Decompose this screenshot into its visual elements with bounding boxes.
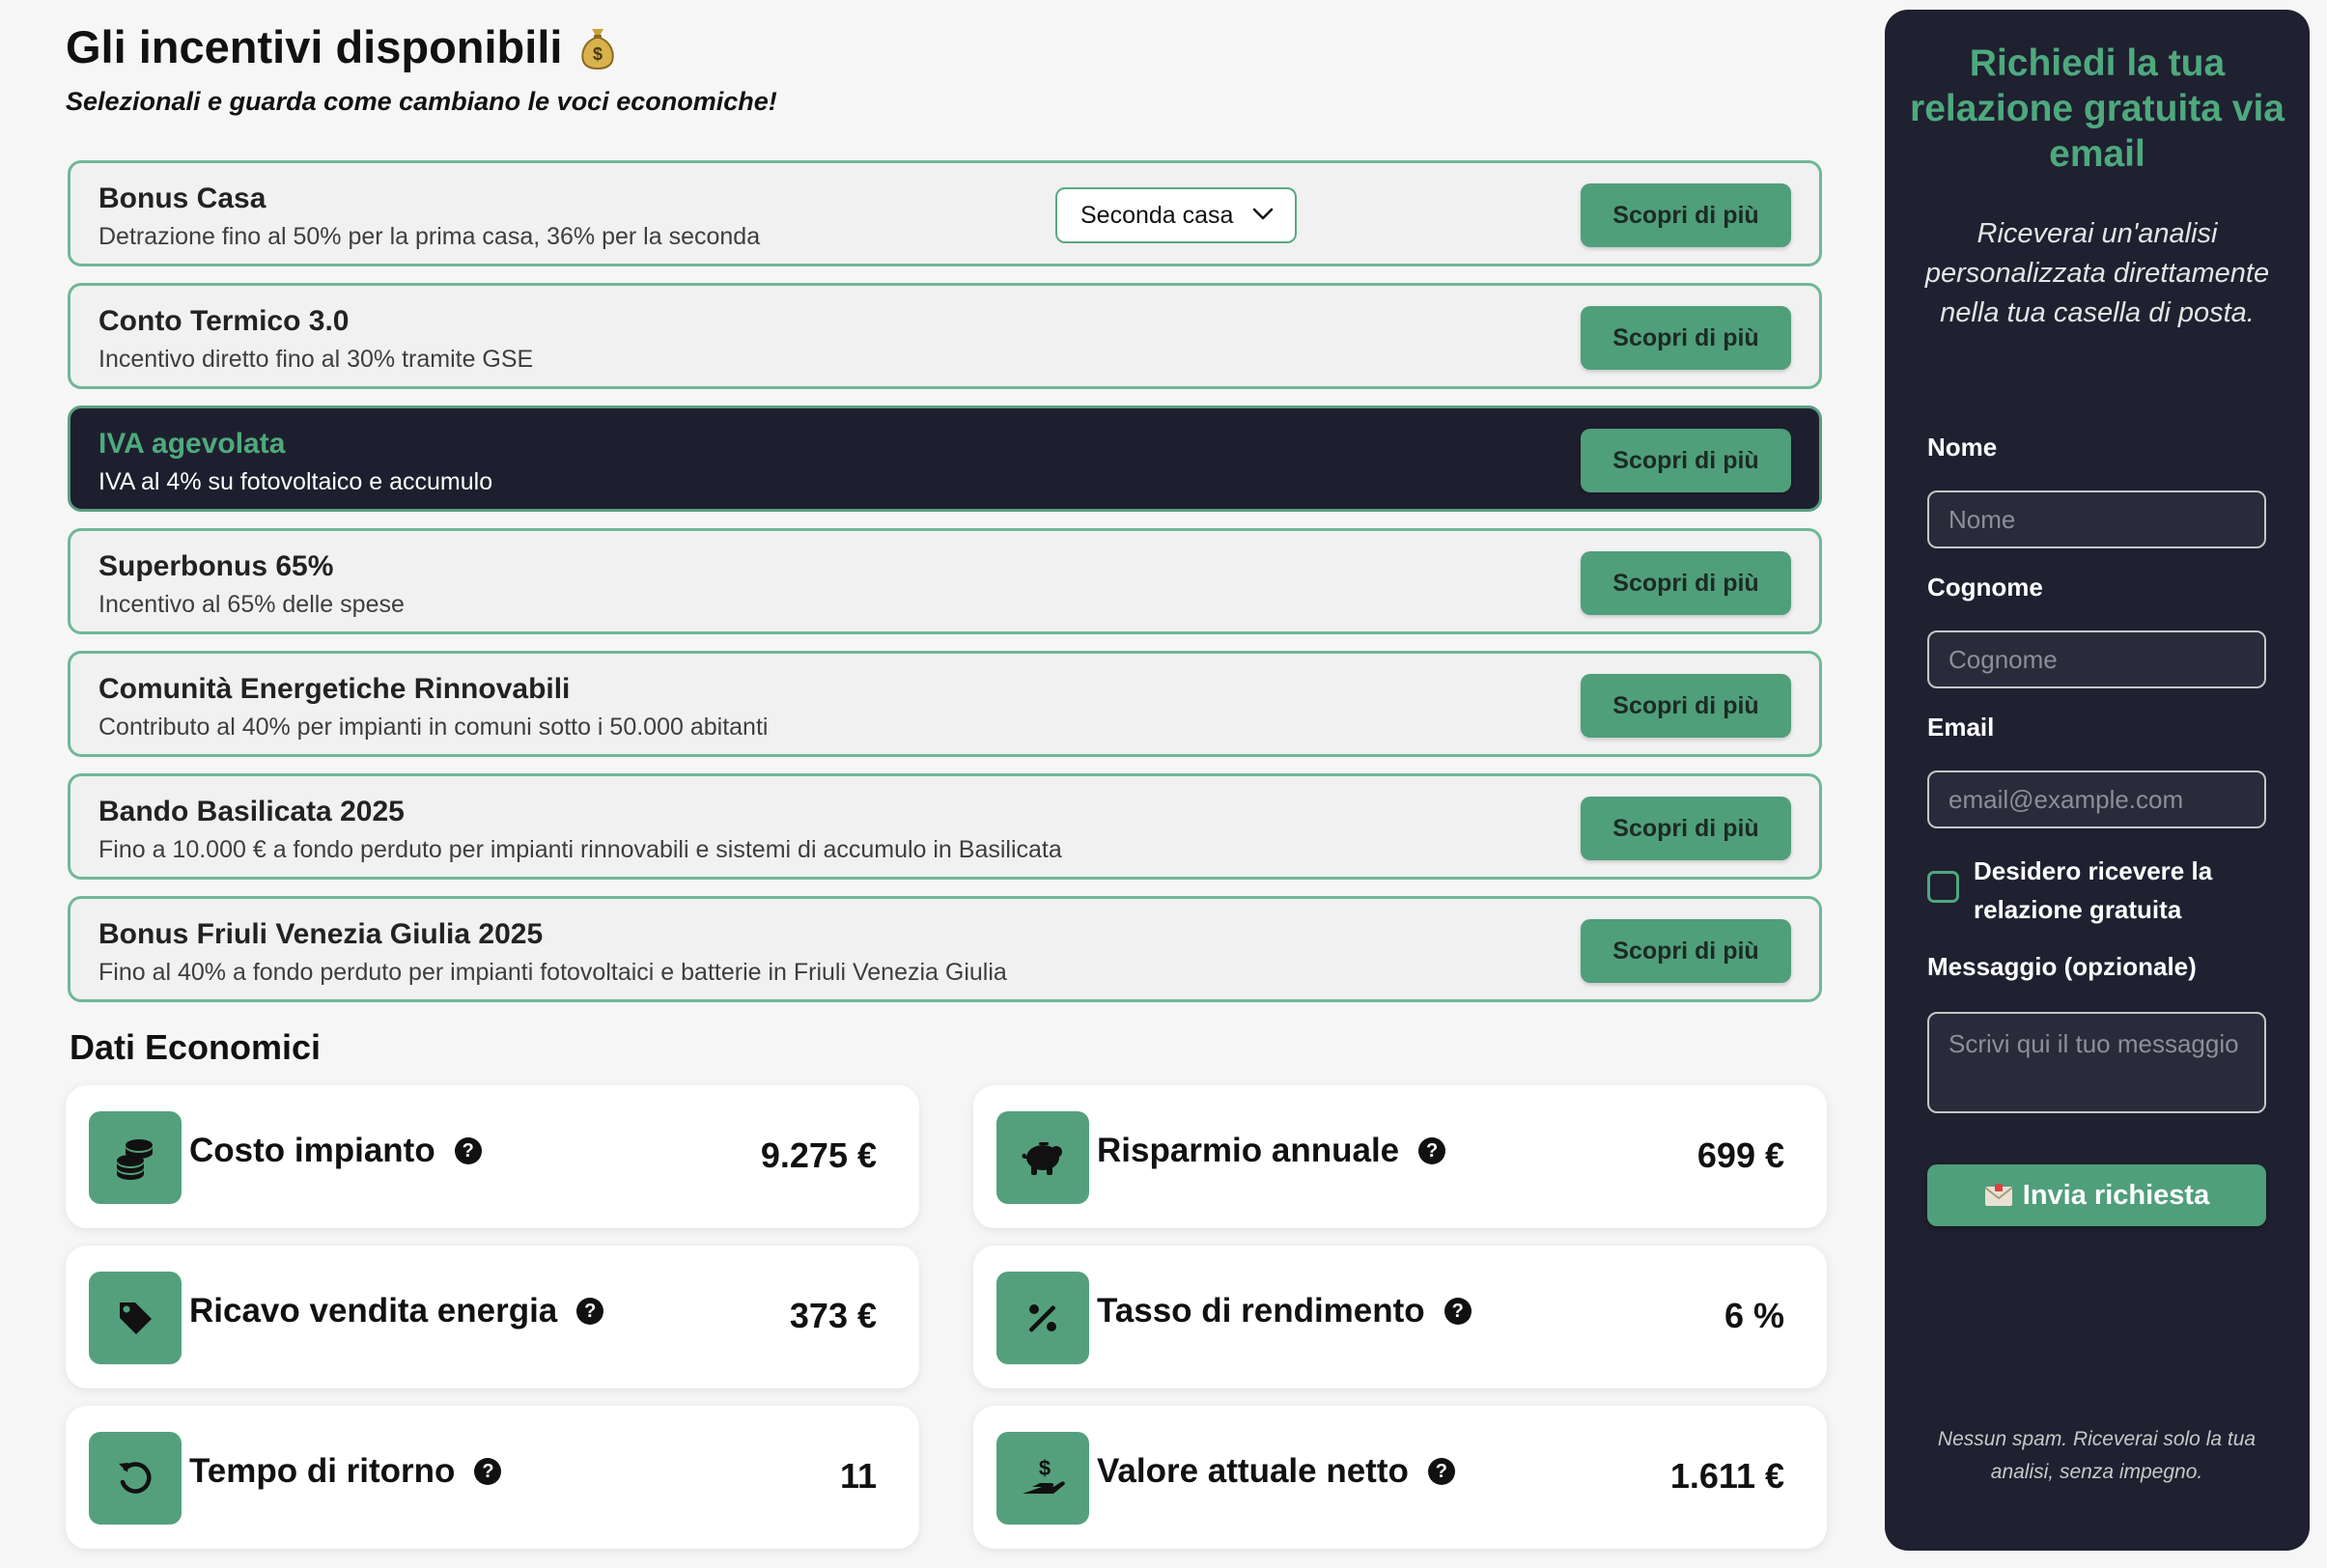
incentive-description: Fino al 40% a fondo perduto per impianti…: [98, 959, 1007, 986]
metric-label: Costo impianto ?: [189, 1132, 482, 1170]
rotate-left-icon: [89, 1432, 182, 1525]
report-consent-checkbox[interactable]: [1927, 871, 1959, 903]
metric-card-ricavo-vendita: Ricavo vendita energia ? 373 €: [66, 1246, 919, 1388]
coins-icon: [89, 1111, 182, 1204]
discover-more-button[interactable]: Scopri di più: [1581, 919, 1791, 983]
metric-value: 373 €: [789, 1296, 877, 1335]
metric-label-text: Risparmio annuale: [1097, 1132, 1400, 1169]
incentive-title: Comunità Energetiche Rinnovabili: [98, 673, 571, 705]
sidebar-title: Richiedi la tua relazione gratuita via e…: [1910, 42, 2285, 175]
submit-label: Invia richiesta: [2022, 1179, 2210, 1211]
help-icon[interactable]: ?: [474, 1458, 502, 1485]
cognome-label: Cognome: [1927, 573, 2043, 602]
incentive-card-superbonus[interactable]: Superbonus 65% Incentivo al 65% delle sp…: [68, 528, 1822, 634]
nome-placeholder: Nome: [1949, 504, 2016, 534]
discover-more-button[interactable]: Scopri di più: [1581, 306, 1791, 370]
metric-label-text: Valore attuale netto: [1097, 1452, 1409, 1490]
incentive-description: IVA al 4% su fotovoltaico e accumulo: [98, 468, 493, 495]
discover-more-button[interactable]: Scopri di più: [1581, 551, 1791, 615]
main-area: Gli incentivi disponibili $ Selezionali …: [0, 0, 1835, 1568]
message-textarea[interactable]: Scrivi qui il tuo messaggio: [1927, 1012, 2266, 1113]
incentive-card-bonus-casa[interactable]: Bonus Casa Detrazione fino al 50% per la…: [68, 160, 1822, 266]
email-field[interactable]: email@example.com: [1927, 770, 2266, 828]
metric-label-text: Tempo di ritorno: [189, 1452, 456, 1490]
incentive-list: Bonus Casa Detrazione fino al 50% per la…: [68, 160, 1822, 1019]
incentive-card-iva-agevolata[interactable]: IVA agevolata IVA al 4% su fotovoltaico …: [68, 406, 1822, 512]
svg-text:$: $: [593, 44, 603, 64]
metric-card-tasso-rendimento: Tasso di rendimento ? 6 %: [973, 1246, 1827, 1388]
dati-economici-title: Dati Economici: [70, 1027, 322, 1067]
cognome-field[interactable]: Cognome: [1927, 630, 2266, 688]
discover-more-button[interactable]: Scopri di più: [1581, 429, 1791, 492]
header: Gli incentivi disponibili $ Selezionali …: [66, 17, 777, 117]
tag-icon: [89, 1272, 182, 1364]
help-icon[interactable]: ?: [576, 1298, 604, 1325]
incentive-card-bonus-fvg[interactable]: Bonus Friuli Venezia Giulia 2025 Fino al…: [68, 896, 1822, 1002]
metric-card-costo-impianto: Costo impianto ? 9.275 €: [66, 1085, 919, 1228]
metric-label: Ricavo vendita energia ?: [189, 1292, 604, 1330]
incentive-title: IVA agevolata: [98, 428, 286, 460]
house-type-select[interactable]: Seconda casa: [1055, 187, 1297, 243]
discover-more-button[interactable]: Scopri di più: [1581, 674, 1791, 738]
chevron-down-icon: [1252, 208, 1274, 220]
house-type-value: Seconda casa: [1080, 201, 1234, 229]
incentive-description: Fino a 10.000 € a fondo perduto per impi…: [98, 836, 1062, 863]
hand-dollar-icon: $: [996, 1432, 1089, 1525]
help-icon[interactable]: ?: [1444, 1298, 1472, 1325]
incentive-card-cer[interactable]: Comunità Energetiche Rinnovabili Contrib…: [68, 651, 1822, 757]
discover-more-button[interactable]: Scopri di più: [1581, 797, 1791, 860]
report-consent-label[interactable]: Desidero ricevere la relazione gratuita: [1974, 852, 2263, 929]
metric-value: 9.275 €: [760, 1135, 877, 1175]
incentive-title: Bando Basilicata 2025: [98, 796, 405, 827]
nome-label: Nome: [1927, 433, 1998, 462]
message-label: Messaggio (opzionale): [1927, 952, 2197, 981]
cognome-placeholder: Cognome: [1949, 644, 2058, 674]
metric-value: 1.611 €: [1669, 1456, 1784, 1496]
piggy-bank-icon: [996, 1111, 1089, 1204]
incentive-title: Bonus Friuli Venezia Giulia 2025: [98, 918, 544, 950]
incentive-title: Conto Termico 3.0: [98, 305, 350, 337]
page-title: Gli incentivi disponibili $: [66, 17, 777, 77]
submit-request-button[interactable]: Invia richiesta: [1927, 1164, 2266, 1226]
envelope-icon: [1984, 1184, 2013, 1206]
metric-card-valore-attuale: $ Valore attuale netto ? 1.611 €: [973, 1406, 1827, 1549]
metric-value: 699 €: [1696, 1135, 1784, 1175]
metric-card-tempo-ritorno: Tempo di ritorno ? 11: [66, 1406, 919, 1549]
email-label: Email: [1927, 713, 1995, 742]
help-icon[interactable]: ?: [1418, 1137, 1446, 1164]
sidebar-intro: Riceverai un'analisi personalizzata dire…: [1924, 218, 2270, 328]
metric-label-text: Tasso di rendimento: [1097, 1292, 1425, 1330]
metric-label: Tempo di ritorno ?: [189, 1452, 502, 1491]
percent-icon: [996, 1272, 1089, 1364]
metric-value: 6 %: [1724, 1296, 1784, 1335]
nome-field[interactable]: Nome: [1927, 490, 2266, 548]
incentive-description: Incentivo diretto fino al 30% tramite GS…: [98, 346, 534, 373]
metric-card-risparmio-annuale: Risparmio annuale ? 699 €: [973, 1085, 1827, 1228]
message-placeholder: Scrivi qui il tuo messaggio: [1949, 1029, 2239, 1058]
incentive-title: Superbonus 65%: [98, 550, 334, 582]
no-spam-note: Nessun spam. Riceverai solo la tua anali…: [1937, 1428, 2257, 1483]
help-icon[interactable]: ?: [1427, 1458, 1455, 1485]
metric-label: Valore attuale netto ?: [1097, 1452, 1455, 1491]
incentive-description: Contributo al 40% per impianti in comuni…: [98, 714, 769, 741]
svg-text:$: $: [1039, 1456, 1051, 1480]
metric-label-text: Ricavo vendita energia: [189, 1292, 558, 1330]
incentive-card-bando-basilicata[interactable]: Bando Basilicata 2025 Fino a 10.000 € a …: [68, 773, 1822, 880]
incentive-title: Bonus Casa: [98, 182, 266, 214]
metric-label: Tasso di rendimento ?: [1097, 1292, 1472, 1330]
metric-label-text: Costo impianto: [189, 1132, 435, 1169]
email-placeholder: email@example.com: [1949, 784, 2184, 814]
page-subtitle: Selezionali e guarda come cambiano le vo…: [66, 87, 777, 116]
incentive-description: Incentivo al 65% delle spese: [98, 591, 405, 618]
money-bag-icon: $: [581, 29, 615, 70]
metric-label: Risparmio annuale ?: [1097, 1132, 1446, 1170]
help-icon[interactable]: ?: [454, 1137, 482, 1164]
incentive-description: Detrazione fino al 50% per la prima casa…: [98, 223, 761, 250]
discover-more-button[interactable]: Scopri di più: [1581, 183, 1791, 247]
page-title-text: Gli incentivi disponibili: [66, 21, 563, 72]
metric-value: 11: [839, 1456, 877, 1496]
request-report-sidebar: Richiedi la tua relazione gratuita via e…: [1885, 10, 2310, 1551]
incentive-card-conto-termico[interactable]: Conto Termico 3.0 Incentivo diretto fino…: [68, 283, 1822, 389]
